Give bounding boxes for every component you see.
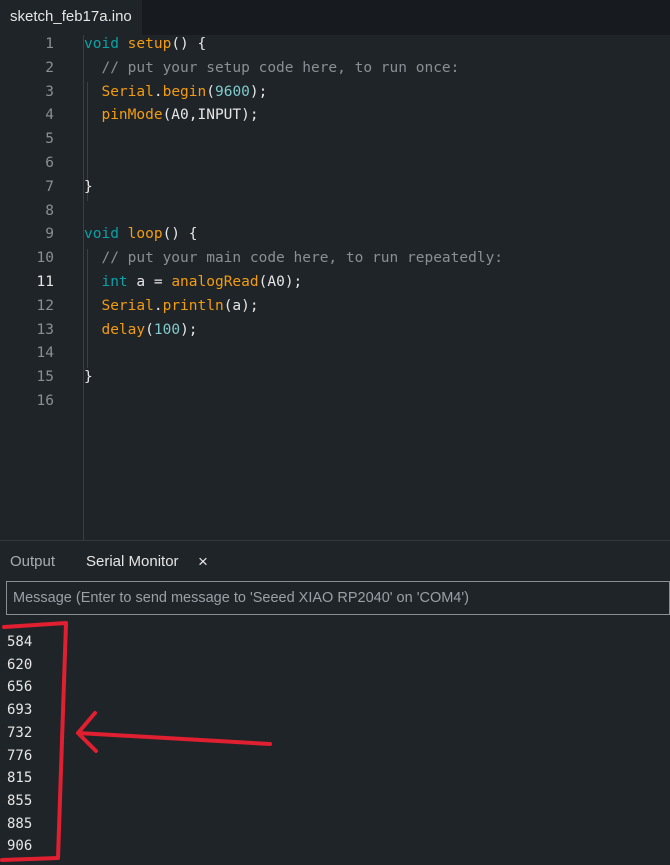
- code-token: Serial: [101, 83, 154, 100]
- code-token: (A0);: [258, 274, 303, 290]
- line-number: 5: [45, 131, 54, 148]
- code-token: 100: [153, 321, 181, 338]
- serial-value: 906: [7, 838, 33, 855]
- code-token: println: [162, 297, 224, 314]
- code-token: () {: [171, 36, 207, 52]
- code-token: .: [153, 83, 163, 100]
- serial-value: 776: [7, 747, 33, 764]
- code-line[interactable]: pinMode(A0,INPUT);: [84, 107, 259, 124]
- line-number: 13: [36, 321, 54, 338]
- code-token: delay: [101, 321, 146, 338]
- code-token: // put your main code here, to run repea…: [84, 250, 504, 267]
- code-token: 9600: [214, 83, 250, 100]
- line-number: 14: [36, 345, 54, 362]
- line-number: 7: [45, 178, 54, 195]
- code-token: );: [249, 83, 268, 100]
- code-token: () {: [162, 226, 198, 243]
- code-token: void: [84, 36, 119, 52]
- serial-value: 885: [7, 815, 33, 832]
- code-token: pinMode: [101, 107, 163, 124]
- code-token: (a);: [223, 297, 259, 314]
- line-number: 15: [36, 369, 54, 386]
- serial-value: 855: [7, 792, 33, 809]
- serial-message-input[interactable]: [6, 581, 670, 615]
- code-token: // put your setup code here, to run once…: [84, 59, 460, 76]
- code-token: int: [101, 274, 128, 290]
- serial-value: 656: [7, 679, 33, 696]
- code-token: (A0,INPUT);: [162, 107, 259, 124]
- code-token: );: [180, 321, 198, 338]
- line-number: 1: [45, 36, 54, 52]
- line-number: 9: [45, 226, 54, 243]
- code-line[interactable]: // put your setup code here, to run once…: [84, 60, 459, 76]
- code-token: (: [145, 321, 154, 338]
- line-number: 3: [45, 83, 54, 100]
- line-number: 8: [45, 202, 54, 219]
- line-number: 10: [36, 250, 54, 267]
- code-line[interactable]: void loop() {: [84, 226, 198, 242]
- code-line[interactable]: }: [84, 179, 93, 195]
- code-token: setup: [127, 36, 172, 52]
- line-number: 4: [45, 107, 54, 124]
- serial-value: 620: [7, 656, 33, 673]
- serial-monitor-output: 584 620 656 693 732 776 815 855 885 906: [0, 622, 670, 865]
- code-token: .: [153, 297, 163, 314]
- bottom-panel-tabs: Output Serial Monitor ×: [0, 540, 670, 581]
- line-number: 11: [36, 274, 54, 290]
- editor-tab-bar: sketch_feb17a.ino: [0, 0, 670, 35]
- code-token: }: [84, 369, 93, 386]
- line-number: 6: [45, 155, 54, 171]
- code-token: void: [84, 226, 119, 243]
- code-line[interactable]: delay(100);: [84, 321, 198, 338]
- code-line[interactable]: Serial.begin(9600);: [84, 84, 267, 100]
- serial-value: 584: [7, 634, 33, 650]
- line-number: 12: [36, 297, 54, 314]
- code-token: Serial: [101, 297, 154, 314]
- serial-value: 693: [7, 702, 33, 719]
- code-token: begin: [162, 83, 207, 100]
- code-token: (: [206, 83, 215, 100]
- serial-value: 815: [7, 770, 33, 787]
- code-line[interactable]: void setup() {: [84, 36, 206, 52]
- file-tab[interactable]: sketch_feb17a.ino: [0, 0, 142, 35]
- code-line[interactable]: // put your main code here, to run repea…: [84, 250, 503, 266]
- code-editor[interactable]: 1 2 3 4 5 6 7 8 9 10 11 12 13 14 15 16 void setup() { /…: [0, 35, 670, 540]
- code-token: loop: [127, 226, 163, 243]
- close-icon[interactable]: ×: [198, 541, 208, 581]
- code-line[interactable]: }: [84, 369, 93, 385]
- code-token: analogRead: [171, 274, 259, 290]
- serial-value: 732: [7, 724, 33, 741]
- code-line[interactable]: int a = analogRead(A0);: [84, 274, 302, 290]
- tab-output[interactable]: Output: [10, 541, 55, 581]
- line-number: 2: [45, 59, 54, 76]
- code-token: }: [84, 178, 93, 195]
- code-token: a =: [127, 274, 172, 290]
- line-number: 16: [36, 393, 54, 409]
- code-line[interactable]: Serial.println(a);: [84, 297, 259, 314]
- tab-serial-monitor[interactable]: Serial Monitor: [86, 541, 179, 581]
